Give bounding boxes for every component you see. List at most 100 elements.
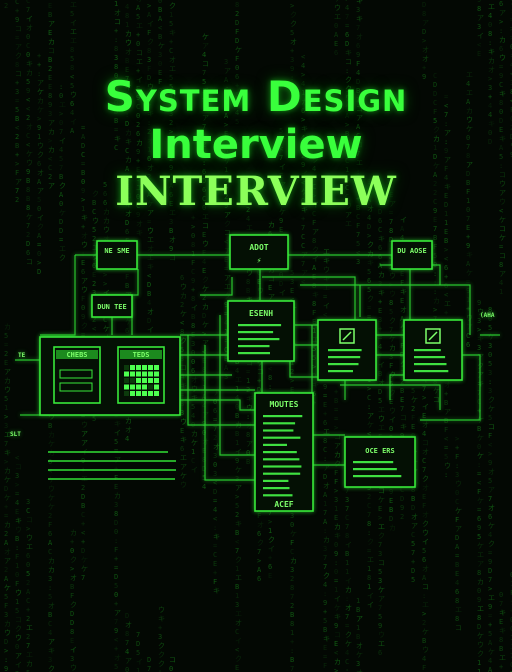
text-line — [238, 352, 270, 355]
rain-glyph: ク — [235, 655, 242, 663]
rain-glyph: 0 — [70, 547, 74, 555]
rain-glyph: コ — [15, 616, 22, 624]
grid-cell — [154, 391, 159, 396]
rain-glyph: ウ — [15, 589, 22, 597]
grid-cell — [136, 371, 141, 377]
rain-glyph: A — [147, 11, 152, 19]
rain-glyph: = — [345, 22, 349, 30]
rain-glyph: コ — [202, 60, 209, 68]
rain-glyph: + — [26, 606, 30, 614]
rain-glyph: ア — [455, 525, 462, 533]
grid-cell — [124, 371, 129, 377]
rain-glyph: ア — [114, 609, 121, 617]
rain-glyph: 3 — [48, 656, 52, 664]
rain-glyph: 0 — [169, 665, 173, 672]
rain-glyph: キ — [499, 609, 506, 617]
rain-glyph: 8 — [488, 30, 492, 38]
panel-left-b-label: TEDS — [133, 351, 150, 359]
rain-glyph: ア — [356, 615, 363, 623]
rain-glyph: ケ — [488, 648, 495, 656]
rain-glyph: C — [48, 620, 52, 628]
rain-glyph: : — [323, 527, 327, 535]
rain-glyph: ク — [158, 651, 165, 659]
rain-glyph: : — [323, 590, 327, 598]
rain-glyph: F — [15, 553, 19, 561]
rain-glyph: ウ — [499, 54, 506, 62]
rain-glyph: 9 — [378, 622, 382, 630]
text-line — [238, 331, 274, 334]
rain-glyph: ケ — [477, 632, 484, 640]
rain-glyph: キ — [356, 15, 363, 23]
rain-glyph: : — [290, 647, 294, 655]
rain-glyph: : — [345, 667, 349, 672]
rain-glyph: : — [367, 529, 371, 537]
rain-glyph: ケ — [356, 651, 363, 659]
rain-glyph: 4 — [125, 648, 129, 656]
rain-glyph: 5 — [290, 29, 294, 37]
grid-cell — [124, 378, 129, 383]
rain-glyph: オ — [4, 548, 11, 556]
rain-glyph: オ — [70, 574, 77, 582]
rain-glyph: 1 — [268, 527, 272, 535]
node-main-footer: ACEF — [274, 500, 293, 509]
rain-glyph: + — [37, 61, 41, 69]
rain-glyph: B — [235, 529, 239, 537]
rain-glyph: B — [356, 606, 360, 614]
text-line — [263, 415, 303, 418]
rain-glyph: 7 — [466, 215, 470, 223]
rain-glyph: D — [147, 656, 151, 664]
node-side-label: OCE ERS — [365, 447, 395, 455]
rain-glyph: 4 — [301, 62, 305, 70]
rain-glyph: ウ — [4, 629, 11, 637]
rain-glyph: イ — [367, 601, 374, 609]
rain-glyph: ケ — [378, 586, 385, 594]
rain-glyph: ア — [125, 657, 132, 665]
node-main-label: MOUTES — [270, 400, 299, 409]
rain-glyph: イ — [235, 637, 242, 645]
rain-glyph: > — [257, 557, 261, 565]
rain-glyph: 1 — [356, 597, 360, 605]
rain-glyph: エ — [70, 28, 77, 36]
rain-glyph: ケ — [345, 640, 352, 648]
rain-glyph: 2 — [26, 579, 30, 587]
rain-glyph: キ — [499, 627, 506, 635]
rain-glyph: 5 — [114, 663, 118, 671]
rain-glyph: キ — [334, 532, 341, 540]
rain-glyph: ケ — [4, 584, 11, 592]
rain-glyph: イ — [26, 15, 33, 23]
rain-glyph: コ — [378, 559, 385, 567]
rain-glyph: + — [37, 52, 41, 60]
rain-glyph: エ — [235, 610, 242, 618]
rain-glyph: 9 — [334, 622, 338, 630]
rain-glyph: + — [213, 569, 217, 577]
rain-glyph: ウ — [26, 534, 33, 542]
rain-glyph: 8 — [114, 63, 118, 71]
grid-cell — [142, 378, 147, 383]
rain-glyph: ク — [15, 625, 22, 633]
rain-glyph: 4 — [202, 51, 206, 59]
rain-glyph: 0 — [26, 51, 30, 59]
rain-glyph: = — [488, 612, 492, 620]
rain-glyph: 3 — [158, 633, 162, 641]
rain-glyph: + — [411, 558, 415, 566]
rain-glyph: 3 — [48, 575, 52, 583]
grid-cell — [142, 365, 147, 370]
rain-glyph: 7 — [345, 13, 349, 21]
rain-glyph: 7 — [411, 549, 415, 557]
rain-glyph: 4 — [488, 531, 492, 539]
rain-glyph: オ — [114, 9, 121, 17]
rain-glyph: ウ — [70, 664, 77, 672]
rain-glyph: イ — [477, 32, 484, 40]
grid-cell — [130, 391, 135, 396]
rain-glyph: + — [169, 38, 173, 46]
rain-glyph: オ — [26, 24, 33, 32]
rain-glyph: 1 — [15, 562, 19, 570]
rain-glyph: 6 — [257, 530, 261, 538]
rain-glyph: 0 — [136, 40, 140, 48]
rain-glyph: B — [455, 561, 459, 569]
rain-glyph: カ — [290, 557, 297, 565]
text-line — [263, 465, 302, 468]
rain-glyph: 7 — [378, 541, 382, 549]
rain-glyph: D — [488, 567, 492, 575]
rain-glyph: 1 — [114, 0, 118, 8]
